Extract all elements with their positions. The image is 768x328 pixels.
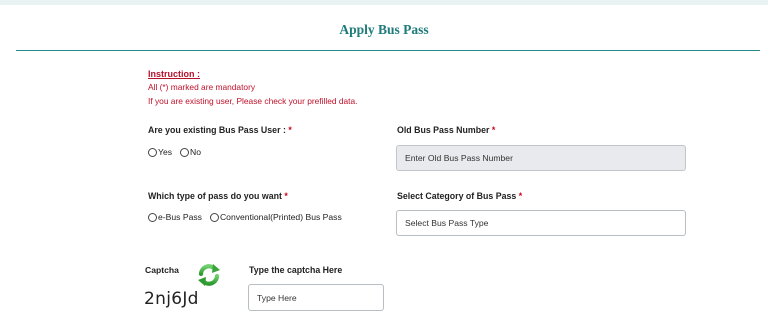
captcha-input[interactable]: Type Here [248, 284, 384, 311]
old-pass-number-label-text: Old Bus Pass Number [397, 125, 490, 135]
required-mark: * [288, 125, 292, 135]
pass-category-label-text: Select Category of Bus Pass [397, 191, 517, 201]
pass-category-label: Select Category of Bus Pass * [397, 191, 522, 201]
radio-no[interactable] [180, 147, 190, 157]
existing-user-radio-group: Yes No [148, 147, 209, 157]
instruction-line-prefilled: If you are existing user, Please check y… [148, 96, 358, 106]
old-pass-number-placeholder: Enter Old Bus Pass Number [405, 153, 513, 163]
refresh-icon[interactable] [196, 262, 222, 288]
pass-type-label: Which type of pass do you want * [148, 191, 288, 201]
pass-type-radio-group: e-Bus Pass Conventional(Printed) Bus Pas… [148, 212, 350, 222]
page-title: Apply Bus Pass [339, 22, 429, 37]
header-divider [16, 50, 760, 51]
instruction-line-mandatory: All (*) marked are mandatory [148, 82, 256, 92]
pass-type-label-text: Which type of pass do you want [148, 191, 282, 201]
radio-yes-label: Yes [158, 147, 173, 157]
existing-user-label: Are you existing Bus Pass User : * [148, 125, 292, 135]
pass-category-select[interactable]: Select Bus Pass Type [396, 210, 686, 236]
radio-conventional[interactable] [209, 212, 219, 222]
instruction-title: Instruction : [148, 69, 200, 79]
existing-user-no-option[interactable]: No [180, 147, 201, 157]
radio-conventional-label: Conventional(Printed) Bus Pass [219, 212, 342, 222]
conventional-pass-option[interactable]: Conventional(Printed) Bus Pass [209, 212, 342, 222]
required-mark: * [518, 191, 523, 201]
old-pass-number-label: Old Bus Pass Number * [397, 125, 495, 135]
ebus-pass-option[interactable]: e-Bus Pass [148, 212, 202, 222]
captcha-input-label: Type the captcha Here [249, 265, 343, 275]
radio-no-label: No [190, 147, 202, 157]
existing-user-yes-option[interactable]: Yes [148, 147, 172, 157]
radio-yes[interactable] [148, 147, 157, 157]
required-mark: * [284, 191, 288, 201]
existing-user-label-text: Are you existing Bus Pass User : [148, 125, 286, 135]
required-mark: * [491, 125, 496, 135]
top-strip [0, 0, 768, 5]
captcha-label: Captcha [145, 265, 179, 275]
captcha-code: 2nj6Jd [144, 289, 199, 309]
radio-ebus-label: e-Bus Pass [158, 212, 202, 222]
captcha-input-placeholder: Type Here [257, 292, 297, 303]
pass-category-selected-value: Select Bus Pass Type [405, 218, 489, 228]
radio-ebus[interactable] [148, 212, 157, 222]
old-pass-number-input[interactable]: Enter Old Bus Pass Number [396, 145, 686, 171]
